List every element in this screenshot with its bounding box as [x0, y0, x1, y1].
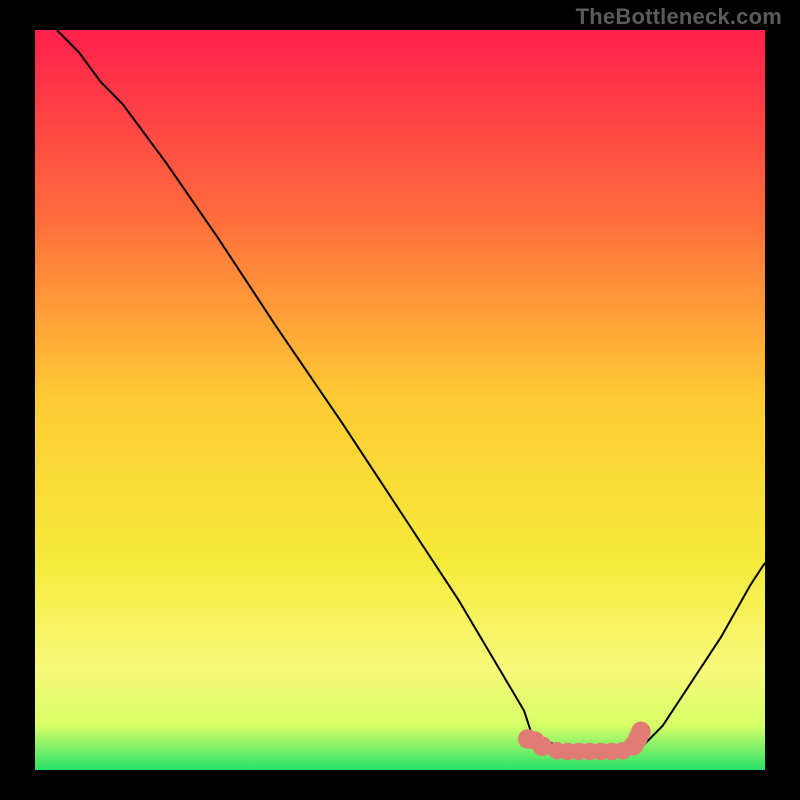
chart-plot-area	[35, 30, 765, 770]
gradient-background	[35, 30, 765, 770]
chart-svg	[35, 30, 765, 770]
chart-frame: TheBottleneck.com	[0, 0, 800, 800]
watermark-text: TheBottleneck.com	[576, 4, 782, 30]
marker-dot	[631, 722, 651, 742]
